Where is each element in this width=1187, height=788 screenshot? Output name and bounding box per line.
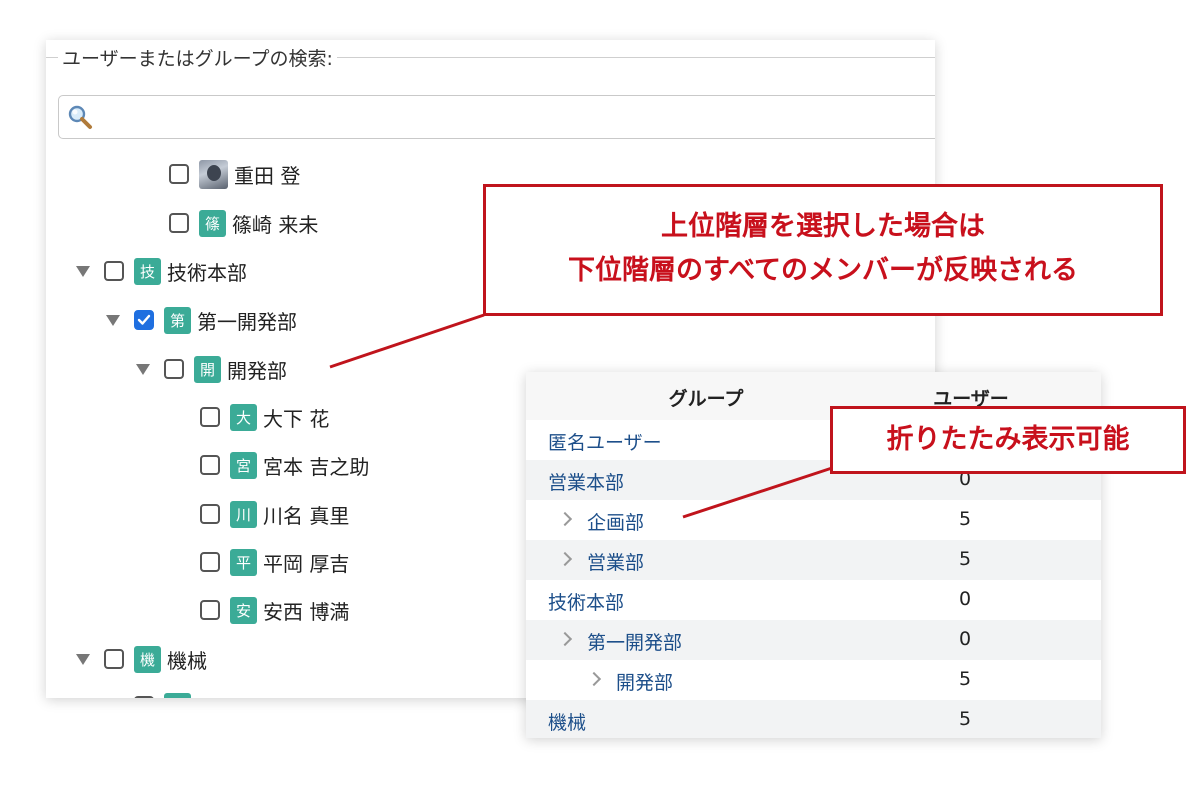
tree-item-group: 第 第一開発部 [106, 304, 297, 336]
tree-item-label: 平岡 厚吉 [263, 551, 350, 576]
chevron-right-icon[interactable] [557, 511, 573, 527]
group-link[interactable]: 営業部 [587, 548, 644, 575]
user-count: 5 [958, 508, 972, 530]
name-badge: 川 [230, 500, 257, 528]
group-link[interactable]: 第一開発部 [587, 628, 682, 655]
user-count: 5 [958, 548, 972, 570]
tree-checkbox[interactable] [200, 407, 220, 427]
tree-checkbox-checked[interactable] [134, 310, 154, 330]
tree-checkbox[interactable] [169, 213, 189, 233]
name-badge: 平 [230, 548, 257, 576]
check-icon [137, 314, 151, 325]
tree-item-user: 川 川名 真里 [200, 498, 349, 530]
group-link[interactable]: 営業本部 [548, 468, 624, 495]
name-badge: 開 [194, 355, 221, 383]
callout-text-line2: 下位階層のすべてのメンバーが反映される [567, 255, 1079, 286]
name-badge: 機 [134, 645, 161, 673]
tree-checkbox[interactable] [104, 649, 124, 669]
table-row: 技術本部 0 [526, 580, 1101, 620]
user-count: 5 [958, 668, 972, 690]
tree-item-label: 重田 登 [234, 163, 301, 188]
tree-item-label: 技術本部 [167, 260, 247, 285]
name-badge: 技 [134, 257, 161, 285]
tree-checkbox[interactable] [200, 600, 220, 620]
user-count: 0 [958, 628, 972, 650]
tree-checkbox[interactable] [200, 455, 220, 475]
expand-caret-icon[interactable] [136, 363, 150, 375]
tree-item-label: 篠崎 来未 [232, 212, 319, 237]
user-count: 5 [958, 708, 972, 730]
search-input[interactable] [58, 95, 935, 139]
tree-item-user: 宮 宮本 吉之助 [200, 449, 369, 481]
tree-item-group: 技 技術本部 [76, 255, 247, 287]
user-avatar [199, 159, 228, 189]
callout-text-line1: 上位階層を選択した場合は [661, 211, 985, 242]
tree-item-label: 機械 [167, 648, 207, 673]
table-row: 営業部 5 [526, 540, 1101, 580]
table-row: 企画部 5 [526, 500, 1101, 540]
tree-checkbox[interactable] [164, 359, 184, 379]
name-badge: 大 [230, 403, 257, 431]
expand-caret-icon[interactable] [106, 314, 120, 326]
group-link[interactable]: 技術本部 [548, 588, 624, 615]
tree-item-label: 大下 花 [263, 406, 330, 431]
tree-checkbox[interactable] [134, 696, 154, 698]
name-badge: 第 [164, 306, 191, 334]
callout-hierarchy-note: 上位階層を選択した場合は 下位階層のすべてのメンバーが反映される [483, 184, 1163, 316]
search-legend: ユーザーまたはグループの検索: [58, 44, 337, 71]
tree-item-user: 安 安西 博満 [200, 594, 349, 626]
tree-item-user: 平 平岡 厚吉 [200, 546, 349, 578]
tree-checkbox[interactable] [200, 552, 220, 572]
name-badge: 宮 [230, 451, 257, 479]
chevron-right-icon[interactable] [557, 551, 573, 567]
table-row: 機械 5 [526, 700, 1101, 738]
tree-item-label: 開発部 [227, 358, 287, 383]
tree-item-group: 機 機械 [76, 643, 207, 675]
callout-text: 折りたたみ表示可能 [886, 424, 1130, 455]
name-badge [164, 692, 191, 698]
tree-item-user: 大 大下 花 [200, 401, 329, 433]
expand-caret-icon[interactable] [76, 265, 90, 277]
tree-checkbox[interactable] [200, 504, 220, 524]
group-link[interactable]: 機械 [548, 708, 586, 735]
tree-item-group: 開 開発部 [136, 353, 287, 385]
user-count: 0 [958, 588, 972, 610]
table-row: 第一開発部 0 [526, 620, 1101, 660]
tree-item-partial [106, 690, 197, 698]
group-link[interactable]: 匿名ユーザー [548, 428, 662, 455]
tree-item-label: 安西 博満 [263, 599, 350, 624]
tree-item-label: 宮本 吉之助 [263, 454, 370, 479]
tree-item-user: 重田 登 [169, 158, 300, 190]
tree-checkbox[interactable] [169, 164, 189, 184]
group-link[interactable]: 企画部 [587, 508, 644, 535]
tree-checkbox[interactable] [104, 261, 124, 281]
search-icon [68, 105, 92, 129]
chevron-right-icon[interactable] [557, 631, 573, 647]
table-row: 開発部 5 [526, 660, 1101, 700]
column-header-group[interactable]: グループ [656, 384, 756, 411]
tree-item-label: 第一開発部 [197, 309, 297, 334]
group-link[interactable]: 開発部 [616, 668, 673, 695]
expand-caret-icon[interactable] [76, 653, 90, 665]
tree-item-label: 川名 真里 [263, 503, 350, 528]
tree-item-user: 篠 篠崎 来未 [169, 207, 318, 239]
chevron-right-icon[interactable] [586, 671, 602, 687]
name-badge: 安 [230, 596, 257, 624]
name-badge: 篠 [199, 209, 226, 237]
callout-collapse-note: 折りたたみ表示可能 [830, 406, 1186, 474]
